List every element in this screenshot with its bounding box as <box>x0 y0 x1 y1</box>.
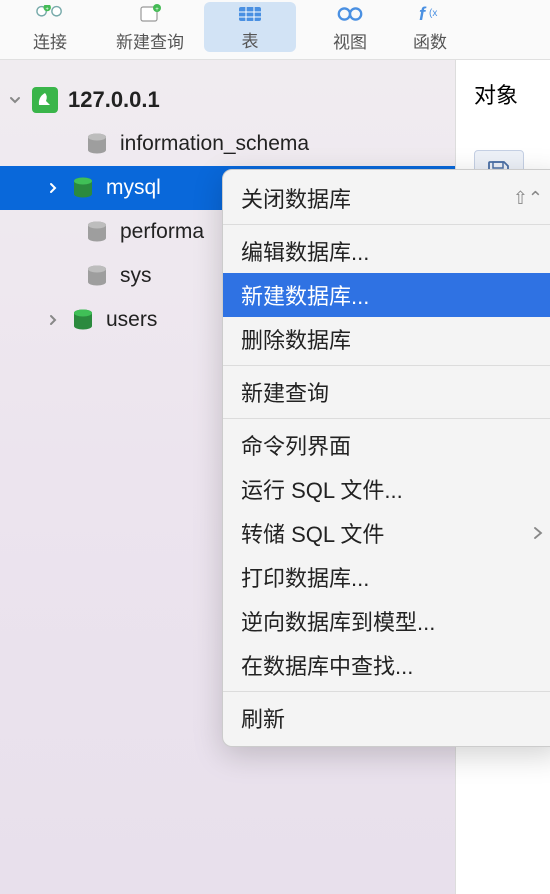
menu-label: 逆向数据库到模型... <box>241 605 435 637</box>
svg-text:+: + <box>155 7 159 13</box>
menu-new-query[interactable]: 新建查询 <box>223 370 550 414</box>
menu-find-in-db[interactable]: 在数据库中查找... <box>223 643 550 687</box>
menu-reverse-model[interactable]: 逆向数据库到模型... <box>223 599 550 643</box>
db-label: sys <box>120 264 152 288</box>
server-row[interactable]: 127.0.0.1 <box>0 78 455 122</box>
toolbar-func-label: 函数 <box>413 28 447 53</box>
menu-run-sql[interactable]: 运行 SQL 文件... <box>223 467 550 511</box>
database-icon <box>84 263 110 289</box>
menu-separator <box>223 365 550 366</box>
toolbar-view-label: 视图 <box>333 28 367 53</box>
menu-refresh[interactable]: 刷新 <box>223 696 550 740</box>
menu-close-db[interactable]: 关闭数据库 ⇧⌃ <box>223 176 550 220</box>
table-icon <box>236 2 264 25</box>
view-icon <box>336 2 364 26</box>
menu-label: 删除数据库 <box>241 323 351 355</box>
toolbar-view[interactable]: 视图 <box>300 2 400 53</box>
toolbar: + 连接 + 新建查询 表 视图 f(x 函数 <box>0 0 550 60</box>
menu-shortcut: ⇧⌃ <box>513 188 543 209</box>
plug-icon: + <box>36 2 64 26</box>
db-label: performa <box>120 220 204 244</box>
function-icon: f(x <box>416 2 444 26</box>
menu-label: 打印数据库... <box>241 561 369 593</box>
db-row-information-schema[interactable]: information_schema <box>0 122 455 166</box>
menu-print-db[interactable]: 打印数据库... <box>223 555 550 599</box>
submenu-arrow-icon <box>533 527 543 539</box>
menu-separator <box>223 224 550 225</box>
toolbar-table[interactable]: 表 <box>204 2 296 52</box>
toolbar-table-label: 表 <box>242 27 259 52</box>
menu-edit-db[interactable]: 编辑数据库... <box>223 229 550 273</box>
database-icon <box>84 131 110 157</box>
right-title: 对象 <box>456 78 550 110</box>
chevron-down-icon[interactable] <box>4 93 26 107</box>
database-open-icon <box>70 307 96 333</box>
db-label: mysql <box>106 176 161 200</box>
menu-cli[interactable]: 命令列界面 <box>223 423 550 467</box>
toolbar-func[interactable]: f(x 函数 <box>400 2 460 53</box>
menu-label: 命令列界面 <box>241 429 351 461</box>
menu-separator <box>223 691 550 692</box>
svg-text:f: f <box>419 4 427 24</box>
menu-label: 刷新 <box>241 702 285 734</box>
db-label: information_schema <box>120 132 309 156</box>
database-icon <box>84 219 110 245</box>
menu-label: 关闭数据库 <box>241 182 351 214</box>
menu-label: 新建数据库... <box>241 279 369 311</box>
menu-label: 在数据库中查找... <box>241 649 413 681</box>
context-menu: 关闭数据库 ⇧⌃ 编辑数据库... 新建数据库... 删除数据库 新建查询 命令… <box>222 169 550 747</box>
chevron-right-icon[interactable] <box>42 313 64 327</box>
server-name: 127.0.0.1 <box>68 87 160 113</box>
toolbar-new-query[interactable]: + 新建查询 <box>100 2 200 53</box>
menu-new-db[interactable]: 新建数据库... <box>223 273 550 317</box>
menu-separator <box>223 418 550 419</box>
svg-text:+: + <box>46 6 49 12</box>
new-query-icon: + <box>136 2 164 26</box>
menu-delete-db[interactable]: 删除数据库 <box>223 317 550 361</box>
chevron-right-icon[interactable] <box>42 181 64 195</box>
server-icon <box>32 87 58 113</box>
database-open-icon <box>70 175 96 201</box>
menu-label: 新建查询 <box>241 376 329 408</box>
toolbar-connect-label: 连接 <box>33 28 67 53</box>
menu-dump-sql[interactable]: 转储 SQL 文件 <box>223 511 550 555</box>
svg-text:(x: (x <box>429 8 437 19</box>
toolbar-new-query-label: 新建查询 <box>116 28 184 53</box>
db-label: users <box>106 308 157 332</box>
menu-label: 转储 SQL 文件 <box>241 517 384 549</box>
toolbar-connect[interactable]: + 连接 <box>0 2 100 53</box>
menu-label: 编辑数据库... <box>241 235 369 267</box>
menu-label: 运行 SQL 文件... <box>241 473 403 505</box>
